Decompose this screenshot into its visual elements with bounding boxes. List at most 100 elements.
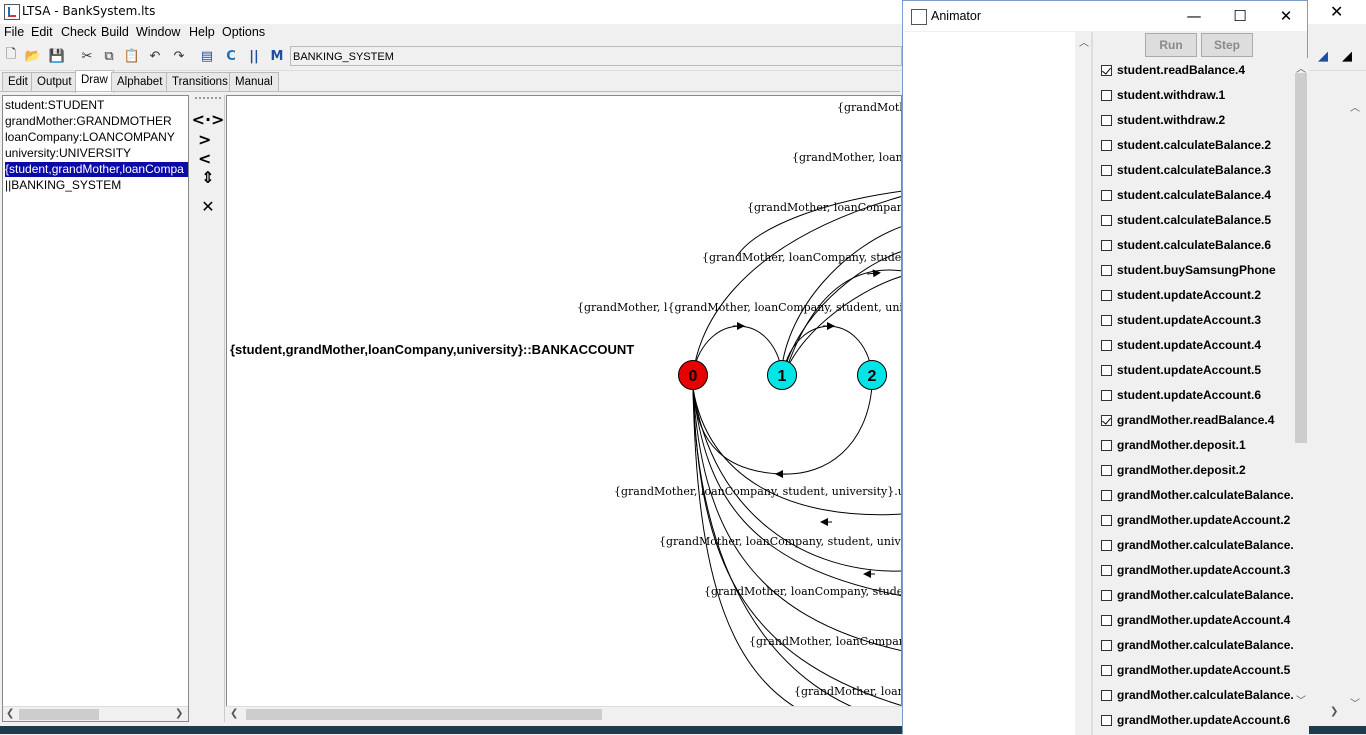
action-item[interactable]: grandMother.calculateBalance.	[1101, 536, 1293, 554]
checkbox[interactable]	[1101, 139, 1112, 151]
checkbox[interactable]	[1101, 289, 1112, 301]
menu-build[interactable]: Build	[101, 25, 129, 39]
checkbox[interactable]	[1101, 364, 1112, 376]
action-item[interactable]: student.buySamsungPhone	[1101, 261, 1276, 279]
checkbox[interactable]	[1101, 89, 1112, 101]
checkbox[interactable]	[1101, 339, 1112, 351]
checkbox[interactable]	[1101, 439, 1112, 451]
canvas-vscrollbar[interactable]: ︿ ﹀	[1346, 95, 1364, 722]
scroll-left-icon[interactable]: ❮	[230, 708, 238, 719]
checkbox[interactable]	[1101, 164, 1112, 176]
checkbox[interactable]	[1101, 314, 1112, 326]
action-item[interactable]: grandMother.readBalance.4	[1101, 411, 1274, 429]
scroll-thumb[interactable]	[1295, 73, 1307, 443]
action-item[interactable]: grandMother.updateAccount.5	[1101, 661, 1290, 679]
menu-file[interactable]: File	[4, 25, 24, 39]
action-item[interactable]: grandMother.calculateBalance.	[1101, 686, 1293, 704]
shrink-horizontal-icon[interactable]: ><	[198, 130, 218, 168]
checkbox[interactable]	[1101, 689, 1112, 701]
action-item[interactable]: student.withdraw.2	[1101, 111, 1225, 129]
run-button[interactable]: Run	[1145, 33, 1197, 57]
action-item[interactable]: student.updateAccount.2	[1101, 286, 1261, 304]
tab-transitions[interactable]: Transitions	[166, 72, 234, 92]
tab-manual[interactable]: Manual	[229, 72, 279, 92]
action-item[interactable]: grandMother.deposit.1	[1101, 436, 1246, 454]
checkbox[interactable]	[1101, 464, 1112, 476]
checkbox[interactable]	[1101, 539, 1112, 551]
scroll-up-icon[interactable]: ︿	[1079, 34, 1089, 49]
trace-vscrollbar[interactable]: ︿	[1075, 32, 1091, 735]
action-item[interactable]: student.calculateBalance.2	[1101, 136, 1271, 154]
list-item[interactable]: loanCompany:LOANCOMPANY	[5, 130, 175, 145]
action-item[interactable]: grandMother.updateAccount.2	[1101, 511, 1290, 529]
target-selector[interactable]: BANKING_SYSTEM	[290, 46, 902, 66]
checkbox[interactable]	[1101, 614, 1112, 626]
parse-icon[interactable]: ▤	[198, 47, 216, 65]
action-item[interactable]: grandMother.updateAccount.3	[1101, 561, 1290, 579]
scroll-down-icon[interactable]: ﹀	[1296, 692, 1306, 707]
action-item[interactable]: grandMother.calculateBalance.	[1101, 636, 1293, 654]
compose-icon[interactable]: ||	[245, 47, 263, 65]
checkbox[interactable]	[1101, 214, 1112, 226]
action-item[interactable]: grandMother.calculateBalance.	[1101, 586, 1293, 604]
save-icon[interactable]: 💾	[48, 47, 66, 65]
checkbox[interactable]	[1101, 589, 1112, 601]
state-0[interactable]: 0	[678, 360, 708, 390]
menu-edit[interactable]: Edit	[31, 25, 53, 39]
draw-canvas[interactable]: {grandMothe {grandMother, loanCo {grandM…	[226, 95, 902, 722]
state-2[interactable]: 2	[857, 360, 887, 390]
checkbox-checked[interactable]	[1101, 64, 1112, 76]
action-item[interactable]: student.calculateBalance.4	[1101, 186, 1271, 204]
checkbox-checked[interactable]	[1101, 414, 1112, 426]
action-item[interactable]: grandMother.updateAccount.6	[1101, 711, 1290, 729]
scroll-right-icon[interactable]: ❯	[175, 708, 183, 719]
stretch-horizontal-icon[interactable]: <·>	[192, 109, 225, 129]
scroll-right-icon[interactable]: ❯	[1330, 706, 1338, 717]
menu-window[interactable]: Window	[136, 25, 180, 39]
action-item[interactable]: student.updateAccount.6	[1101, 386, 1261, 404]
checkbox[interactable]	[1101, 239, 1112, 251]
action-item[interactable]: grandMother.calculateBalance.	[1101, 486, 1293, 504]
list-item[interactable]: ||BANKING_SYSTEM	[5, 178, 121, 193]
checkbox[interactable]	[1101, 714, 1112, 726]
maximize-icon[interactable]: ☐	[1231, 7, 1249, 25]
minimize-icon[interactable]: —	[1185, 7, 1203, 25]
tab-draw[interactable]: Draw	[75, 70, 114, 93]
checkbox[interactable]	[1101, 114, 1112, 126]
stretch-vertical-icon[interactable]: ⇕	[198, 167, 218, 187]
menu-options[interactable]: Options	[222, 25, 265, 39]
copy-icon[interactable]: ⧉	[100, 47, 118, 65]
canvas-hscrollbar[interactable]: ❮	[226, 706, 902, 723]
compile-icon[interactable]: C	[222, 47, 240, 65]
action-item[interactable]: student.updateAccount.3	[1101, 311, 1261, 329]
list-item-selected[interactable]: {student,grandMother,loanCompa	[5, 162, 188, 177]
close-icon[interactable]: ✕	[1277, 7, 1295, 25]
list-item[interactable]: university:UNIVERSITY	[5, 146, 131, 161]
cut-icon[interactable]: ✂	[78, 47, 96, 65]
tab-edit[interactable]: Edit	[2, 72, 34, 92]
scroll-down-icon[interactable]: ﹀	[1350, 695, 1360, 710]
scroll-left-icon[interactable]: ❮	[6, 708, 14, 719]
checkbox[interactable]	[1101, 514, 1112, 526]
shrink-vertical-icon[interactable]: ✕	[198, 196, 218, 216]
minimise-icon[interactable]: M	[268, 47, 286, 65]
checkbox[interactable]	[1101, 664, 1112, 676]
paste-icon[interactable]: 📋	[123, 47, 141, 65]
tab-output[interactable]: Output	[31, 72, 78, 92]
new-file-icon[interactable]: 🗋	[2, 47, 20, 65]
tab-alphabet[interactable]: Alphabet	[111, 72, 169, 92]
main-close-icon[interactable]: ✕	[1330, 2, 1343, 21]
scroll-thumb[interactable]	[246, 709, 602, 720]
open-folder-icon[interactable]: 📂	[24, 47, 42, 65]
checkbox[interactable]	[1101, 189, 1112, 201]
action-item[interactable]: student.updateAccount.4	[1101, 336, 1261, 354]
step-button[interactable]: Step	[1201, 33, 1253, 57]
scroll-thumb[interactable]	[19, 709, 99, 720]
checkbox[interactable]	[1101, 389, 1112, 401]
action-item[interactable]: student.calculateBalance.5	[1101, 211, 1271, 229]
undo-icon[interactable]: ↶	[146, 47, 164, 65]
menu-help[interactable]: Help	[189, 25, 215, 39]
checkbox[interactable]	[1101, 639, 1112, 651]
action-item[interactable]: student.calculateBalance.6	[1101, 236, 1271, 254]
checkbox[interactable]	[1101, 489, 1112, 501]
